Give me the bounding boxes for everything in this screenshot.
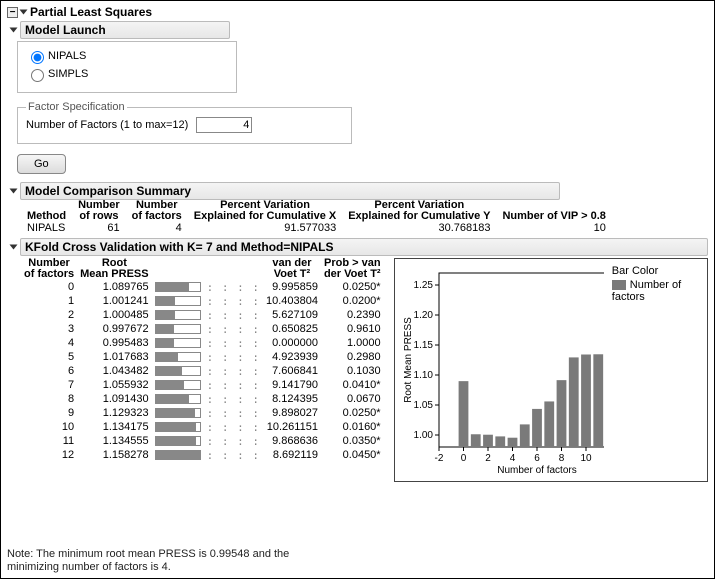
- model-launch-title: Model Launch: [20, 21, 230, 39]
- radio-nipals[interactable]: [31, 51, 44, 64]
- model-launch-panel: NIPALS SIMPLS: [17, 41, 237, 93]
- legend-title: Bar Color: [612, 265, 701, 277]
- table-row: 51.017683: : : :4.9239390.2980: [21, 350, 384, 364]
- cv-chart: 1.001.051.101.151.201.25-202468101214Num…: [394, 258, 708, 482]
- legend-swatch: [612, 280, 626, 290]
- disclosure-icon: [10, 28, 18, 33]
- svg-text:0: 0: [460, 453, 466, 464]
- svg-text:1.00: 1.00: [413, 430, 433, 441]
- app-window: − Partial Least Squares Model Launch NIP…: [0, 0, 715, 579]
- svg-text:Root Mean PRESS: Root Mean PRESS: [403, 317, 414, 403]
- pls-title: Partial Least Squares: [30, 5, 152, 19]
- radio-simpls[interactable]: [31, 69, 44, 82]
- mc-title: Model Comparison Summary: [20, 182, 560, 200]
- disclosure-icon: [20, 10, 28, 15]
- radio-simpls-row[interactable]: SIMPLS: [26, 66, 228, 82]
- table-row: 111.134555: : : :9.8686360.0350*: [21, 434, 384, 448]
- table-row: 11.001241: : : :10.4038040.0200*: [21, 294, 384, 308]
- section-model-comparison[interactable]: Model Comparison Summary: [11, 182, 708, 200]
- svg-text:1.15: 1.15: [413, 340, 433, 351]
- footnote: Note: The minimum root mean PRESS is 0.9…: [7, 548, 289, 574]
- svg-text:10: 10: [580, 453, 592, 464]
- cv-title: KFold Cross Validation with K= 7 and Met…: [20, 238, 708, 256]
- disclosure-icon: [10, 245, 18, 250]
- chart-legend: Bar Color Number of factors: [612, 265, 701, 303]
- table-row: 81.091430: : : :8.1243950.0670: [21, 392, 384, 406]
- radio-nipals-row[interactable]: NIPALS: [26, 48, 228, 64]
- svg-text:2: 2: [485, 453, 491, 464]
- svg-text:1.10: 1.10: [413, 370, 433, 381]
- factor-input[interactable]: [196, 117, 252, 133]
- disclosure-icon: [10, 189, 18, 194]
- svg-text:1.25: 1.25: [413, 280, 433, 291]
- factor-legend: Factor Specification: [26, 101, 127, 113]
- table-row: 21.000485: : : :5.6271090.2390: [21, 308, 384, 322]
- table-row: 61.043482: : : :7.6068410.1030: [21, 364, 384, 378]
- go-button[interactable]: Go: [17, 154, 66, 174]
- svg-text:Number of factors: Number of factors: [497, 465, 576, 475]
- section-pls[interactable]: − Partial Least Squares: [7, 5, 708, 19]
- svg-text:1.05: 1.05: [413, 400, 433, 411]
- table-row: 121.158278: : : :8.6921190.0450*: [21, 448, 384, 462]
- bar-chart: 1.001.051.101.151.201.25-202468101214Num…: [401, 265, 604, 475]
- cv-table: Numberof factors RootMean PRESS van derV…: [21, 258, 384, 462]
- svg-text:6: 6: [534, 453, 540, 464]
- svg-text:8: 8: [558, 453, 564, 464]
- table-row: 30.997672: : : :0.6508250.9610: [21, 322, 384, 336]
- table-row: 91.129323: : : :9.8980270.0250*: [21, 406, 384, 420]
- table-row: 01.089765: : : :9.9958590.0250*: [21, 280, 384, 294]
- table-row: NIPALS 61 4 91.577033 30.768183 10: [21, 222, 612, 234]
- model-comparison-table: Method Numberof rows Numberof factors Pe…: [21, 200, 612, 234]
- table-row: 101.134175: : : :10.2611510.0160*: [21, 420, 384, 434]
- radio-simpls-label: SIMPLS: [48, 68, 88, 80]
- section-cv[interactable]: KFold Cross Validation with K= 7 and Met…: [11, 238, 708, 256]
- svg-text:1.20: 1.20: [413, 310, 433, 321]
- factor-specification: Factor Specification Number of Factors (…: [17, 101, 352, 144]
- radio-nipals-label: NIPALS: [48, 50, 86, 62]
- table-row: 71.055932: : : :9.1417900.0410*: [21, 378, 384, 392]
- collapse-icon[interactable]: −: [7, 7, 18, 18]
- factor-label: Number of Factors (1 to max=12): [26, 119, 188, 131]
- svg-text:-2: -2: [434, 453, 443, 464]
- section-model-launch[interactable]: Model Launch: [11, 21, 708, 39]
- table-row: 40.995483: : : :0.0000001.0000: [21, 336, 384, 350]
- svg-text:4: 4: [509, 453, 515, 464]
